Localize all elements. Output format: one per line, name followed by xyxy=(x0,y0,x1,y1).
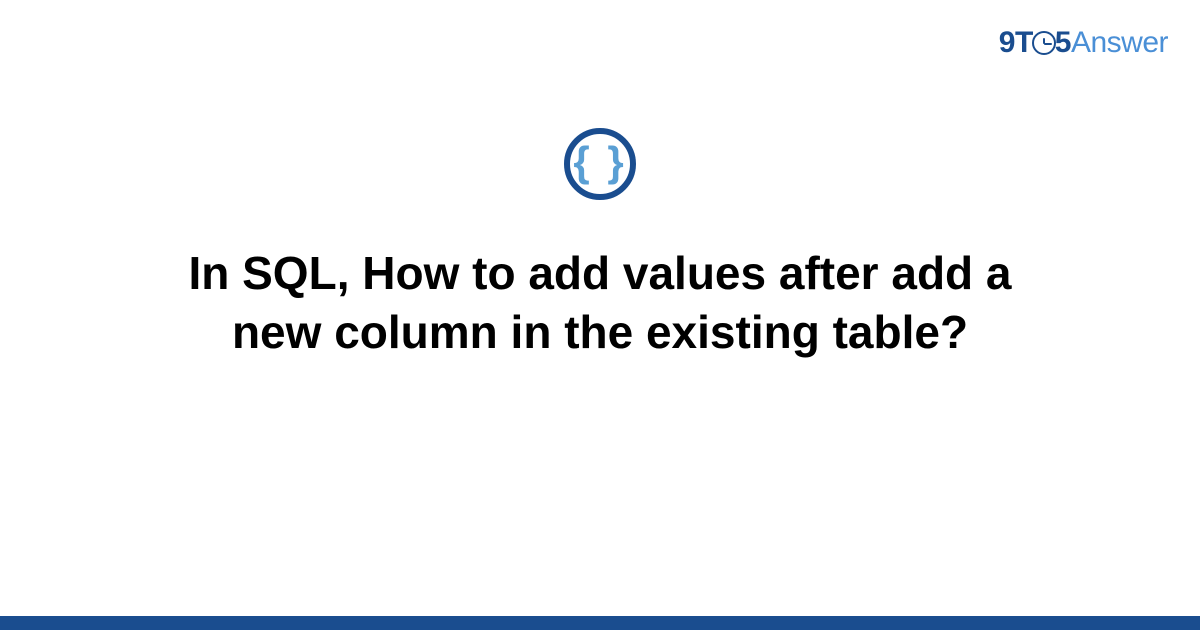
logo-answer: Answer xyxy=(1071,26,1168,59)
site-logo[interactable]: 9T5Answer xyxy=(999,26,1168,60)
logo-nine: 9 xyxy=(999,26,1015,59)
clock-icon xyxy=(1032,31,1056,55)
topic-badge: { } xyxy=(564,128,636,200)
logo-t: T xyxy=(1015,26,1033,59)
code-braces-icon: { } xyxy=(573,141,626,183)
footer-accent-bar xyxy=(0,616,1200,630)
logo-five: 5 xyxy=(1055,26,1071,59)
main-content: { } In SQL, How to add values after add … xyxy=(0,128,1200,362)
question-title: In SQL, How to add values after add a ne… xyxy=(140,244,1060,362)
